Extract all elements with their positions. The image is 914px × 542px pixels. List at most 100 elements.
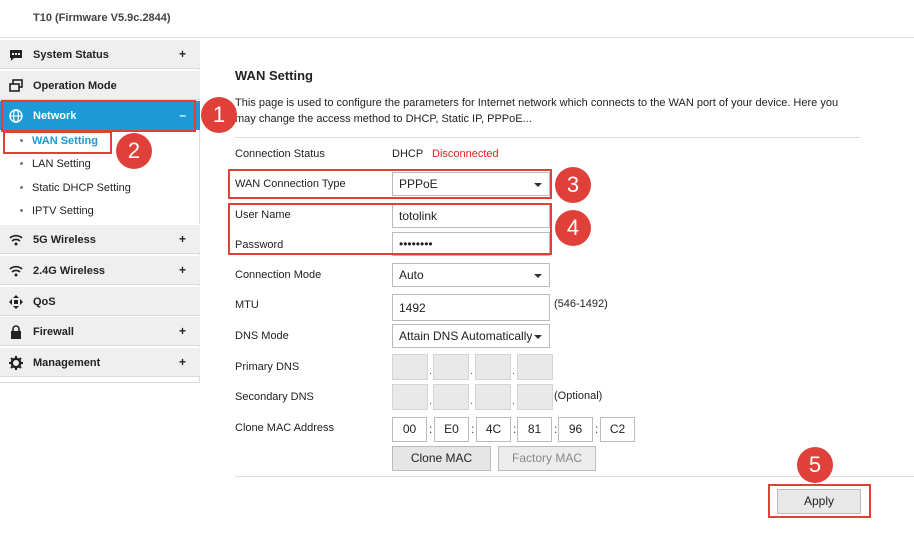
username-label: User Name [235,209,291,221]
submenu-wan-setting[interactable]: WAN Setting [0,130,200,153]
step-badge-2: 2 [116,133,152,169]
mtu-input[interactable]: 1492 [392,294,550,321]
submenu-static-dhcp[interactable]: Static DHCP Setting [0,177,200,200]
menu-operation-mode[interactable]: Operation Mode [0,70,200,100]
step-badge-3: 3 [555,167,591,203]
menu-label: Operation Mode [33,80,117,92]
gear-icon [9,356,23,370]
menu-5g-wireless[interactable]: 5G Wireless + [0,224,200,254]
primary-dns-octet-1[interactable] [392,354,428,380]
password-label: Password [235,239,284,251]
menu-label: 2.4G Wireless [33,265,106,277]
menu-system-status[interactable]: System Status + [0,39,200,69]
expand-icon: + [178,355,186,369]
primary-dns-label: Primary DNS [235,361,300,373]
secondary-dns-octet-3[interactable] [475,384,511,410]
clone-mac-label: Clone MAC Address [235,422,335,434]
menu-label: Firewall [33,326,74,338]
divider [235,137,860,138]
menu-label: QoS [33,296,56,308]
page-description: This page is used to configure the param… [235,97,839,125]
dns-mode-value: Attain DNS Automatically [399,329,533,343]
mac-octet-3[interactable]: 4C [476,417,511,442]
mac-separator: : [595,422,599,436]
mac-separator: : [554,422,558,436]
mac-separator: : [471,422,475,436]
ip-separator: . [512,395,516,407]
step-badge-1: 1 [201,97,237,133]
bullet-icon [20,139,23,142]
secondary-dns-octet-4[interactable] [517,384,553,410]
connection-status-label: Connection Status [235,148,325,160]
primary-dns-octet-4[interactable] [517,354,553,380]
menu-24g-wireless[interactable]: 2.4G Wireless + [0,255,200,285]
mac-separator: : [513,422,517,436]
secondary-dns-hint: (Optional) [554,390,603,402]
wifi-icon [9,234,23,246]
router-admin-page: T10 (Firmware V5.9c.2844) System Status … [0,0,914,542]
menu-label: System Status [33,49,109,61]
ip-separator: . [429,395,433,407]
submenu-label: IPTV Setting [32,205,94,217]
password-input[interactable]: •••••••• [392,232,550,256]
submenu-lan-setting[interactable]: LAN Setting [0,153,200,176]
mac-octet-4[interactable]: 81 [517,417,552,442]
expand-icon: + [178,263,186,277]
clone-mac-button[interactable]: Clone MAC [392,446,491,471]
expand-icon: + [178,324,186,338]
wan-type-select[interactable]: PPPoE [392,172,550,196]
bullet-icon [20,162,23,165]
submenu-label: WAN Setting [32,135,98,147]
connection-mode-selected: Auto [399,268,424,282]
menu-firewall[interactable]: Firewall + [0,316,200,346]
mac-separator: : [429,422,433,436]
apply-button[interactable]: Apply [777,489,861,514]
username-input[interactable]: totolink [392,204,550,228]
header-bar: T10 (Firmware V5.9c.2844) [0,0,914,38]
qos-arrows-icon [9,295,23,309]
submenu-label: LAN Setting [32,158,91,170]
expand-icon: + [178,232,186,246]
ip-separator: . [429,365,433,377]
wan-type-value: PPPoE [399,177,438,191]
windows-icon [9,79,23,92]
app-title: T10 (Firmware V5.9c.2844) [33,12,171,24]
mac-octet-1[interactable]: 00 [392,417,427,442]
connection-mode-value: DHCP [392,148,424,160]
username-value: totolink [399,209,438,223]
primary-dns-octet-2[interactable] [433,354,469,380]
connection-mode-select[interactable]: Auto [392,263,550,287]
primary-dns-octet-3[interactable] [475,354,511,380]
globe-icon [9,109,23,123]
ip-separator: . [470,365,474,377]
wan-type-label: WAN Connection Type [235,178,346,190]
menu-label: 5G Wireless [33,234,96,246]
mtu-value: 1492 [399,301,426,315]
factory-mac-button[interactable]: Factory MAC [498,446,596,471]
mtu-hint: (546-1492) [554,298,608,310]
bullet-icon [20,209,23,212]
chat-bubble-icon [10,50,22,61]
step-badge-5: 5 [797,447,833,483]
secondary-dns-octet-1[interactable] [392,384,428,410]
wifi-icon [9,265,23,277]
connection-state-value: Disconnected [432,148,499,160]
menu-label: Management [33,357,101,369]
menu-qos[interactable]: QoS [0,286,200,316]
ip-separator: . [512,365,516,377]
menu-label: Network [33,110,77,122]
bullet-icon [20,186,23,189]
menu-network[interactable]: Network – [0,100,200,130]
submenu-iptv-setting[interactable]: IPTV Setting [0,200,200,223]
expand-icon: + [178,47,186,61]
secondary-dns-octet-2[interactable] [433,384,469,410]
dns-mode-select[interactable]: Attain DNS Automatically [392,324,550,348]
collapse-icon: – [179,108,186,122]
menu-management[interactable]: Management + [0,347,200,377]
mac-octet-5[interactable]: 96 [558,417,593,442]
mac-octet-6[interactable]: C2 [600,417,635,442]
step-badge-4: 4 [555,210,591,246]
mac-octet-2[interactable]: E0 [434,417,469,442]
chevron-down-icon [534,335,542,339]
lock-icon [11,325,21,339]
